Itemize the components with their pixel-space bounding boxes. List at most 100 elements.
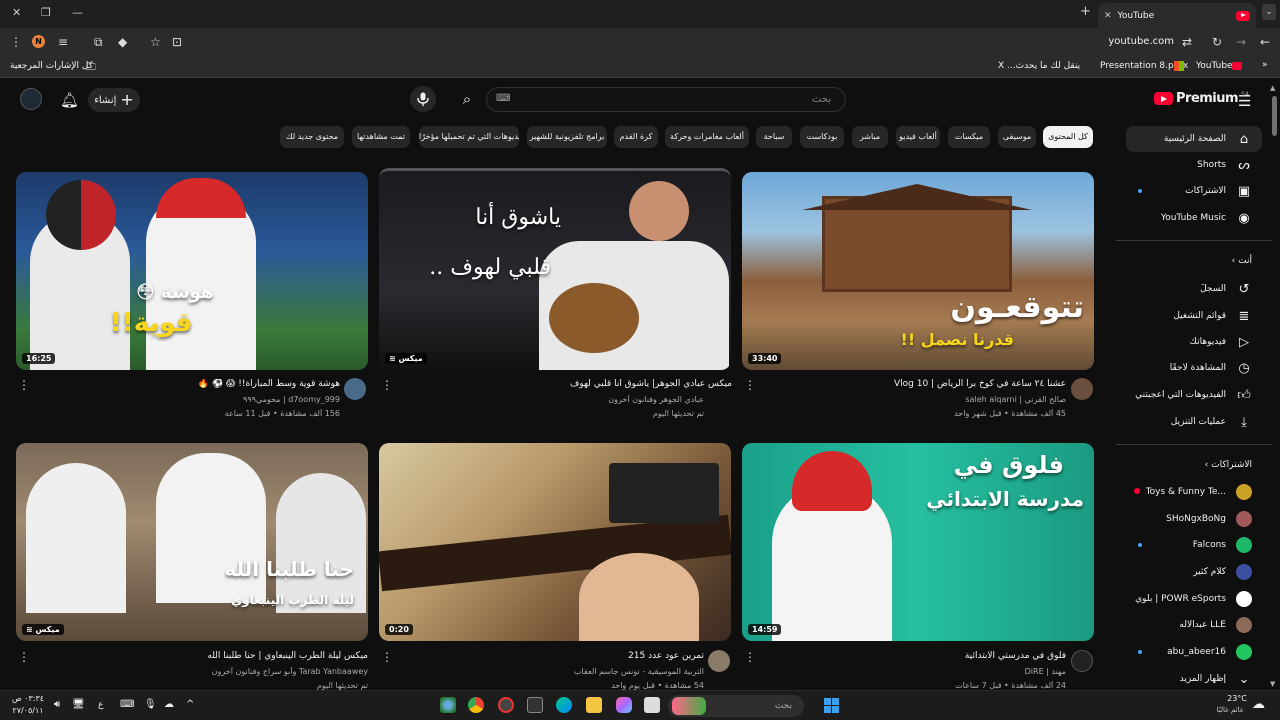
video-thumbnail[interactable]: فلوق في مدرسة الابتدائي 14:59 <box>742 443 1094 641</box>
video-title[interactable]: تمرين عود عدد 215 <box>398 651 704 661</box>
scroll-up-icon[interactable]: ▲ <box>1270 84 1275 92</box>
channel-name[interactable]: Tarab Yanbaawey وأبو سراج وفنانون آخرون <box>34 667 368 676</box>
video-title[interactable]: فلوق في مدرستي الابتدائية <box>760 651 1066 661</box>
chip[interactable]: موسيقى <box>998 126 1036 148</box>
you-section-heading[interactable]: أنت › <box>1232 256 1252 266</box>
forward-icon[interactable]: → <box>1236 36 1246 48</box>
page-scrollbar[interactable] <box>1272 96 1277 136</box>
sidebar-item-downloads[interactable]: عمليات التنزيل ⤓ <box>1126 409 1262 435</box>
network-icon[interactable]: 🖥︎ <box>72 699 85 710</box>
clock-time[interactable]: ٠٣:٣٤ ص <box>10 694 46 703</box>
weather-cloud-icon[interactable]: ☁ <box>1252 697 1265 712</box>
chip[interactable]: ألعاب مغامرات وحركة <box>665 126 749 148</box>
restore-window-icon[interactable]: ❐ <box>41 6 51 19</box>
video-title[interactable]: عشنا ٢٤ ساعة في كوخ برا الرياض | Vlog 10 <box>760 379 1066 389</box>
video-thumbnail[interactable]: 0:20 <box>379 443 731 641</box>
video-thumbnail[interactable]: حنا طلبنا الله ليلة الطرب الينبعاوي ≋ مي… <box>16 443 368 641</box>
reload-icon[interactable]: ↻ <box>1212 36 1222 48</box>
tab-youtube[interactable]: ✕ YouTube <box>1098 3 1256 28</box>
video-title[interactable]: هوشة قوية وسط المباراة!! 😱 ⚽ 🔥 <box>34 379 340 389</box>
windows-start-icon[interactable] <box>824 698 839 713</box>
sidebar-item-subscription[interactable]: SHoNgxBoNg <box>1126 506 1262 532</box>
sidebar-item-liked[interactable]: الفيديوهات التي أعجبتني 👍︎ <box>1126 382 1262 408</box>
edge-icon[interactable] <box>556 697 572 713</box>
channel-name[interactable]: صالح القرني | saleh alqarni <box>760 395 1066 404</box>
onedrive-icon[interactable]: ☁ <box>164 699 174 710</box>
sidebar-item-subscription[interactable]: كلام كثير <box>1126 559 1262 585</box>
channel-avatar[interactable] <box>1071 378 1093 400</box>
channel-name[interactable]: التربية الموسيقية - تونس جاسم العقاب <box>398 667 704 676</box>
taskbar-app-icon[interactable] <box>498 697 514 713</box>
search-input[interactable]: بحث <box>486 87 846 112</box>
channel-name[interactable]: مهند | DiRE <box>760 667 1066 676</box>
playlist-add-icon[interactable]: ≡ <box>58 36 68 48</box>
sidebar-item-subscription[interactable]: Falcons <box>1126 532 1262 558</box>
bookmark-star-icon[interactable]: ☆ <box>150 36 161 48</box>
sidebar-item-subscriptions[interactable]: الاشتراكات ▣ <box>1126 178 1262 204</box>
youtube-premium-logo[interactable]: Premium SA <box>1154 91 1249 106</box>
bookmark-youtube[interactable]: YouTube <box>1196 61 1233 71</box>
channel-avatar[interactable] <box>344 378 366 400</box>
more-actions-icon[interactable]: ⋮ <box>744 378 756 392</box>
menu-dots-icon[interactable]: ⋮ <box>10 36 22 48</box>
install-app-icon[interactable]: ⊡ <box>172 36 182 48</box>
tab-close-icon[interactable]: ✕ <box>1104 11 1112 21</box>
voice-search-icon[interactable] <box>410 86 436 112</box>
chip[interactable]: الفيديوهات التي تم تحميلها مؤخرًا <box>419 126 519 148</box>
extensions-icon[interactable]: ⧉ <box>94 36 103 48</box>
channel-avatar[interactable] <box>1071 650 1093 672</box>
scroll-down-icon[interactable]: ▼ <box>1270 680 1275 688</box>
account-avatar[interactable] <box>20 88 42 110</box>
back-icon[interactable]: ← <box>1260 36 1270 48</box>
channel-name[interactable]: d7oomy_999 | محومي٩٩٩ <box>34 395 340 404</box>
new-tab-icon[interactable]: + <box>1080 4 1091 19</box>
chip[interactable]: سباحة <box>756 126 792 148</box>
chip[interactable]: كرة القدم <box>614 126 658 148</box>
url-text[interactable]: youtube.com <box>1100 36 1174 47</box>
chip[interactable]: ميكسات <box>948 126 990 148</box>
more-actions-icon[interactable]: ⋮ <box>381 650 393 664</box>
video-thumbnail[interactable]: تتوقعـون قدرنا نصمل !! 33:40 <box>742 172 1094 370</box>
microphone-icon[interactable]: 🎙︎ <box>144 699 157 710</box>
chip[interactable]: تمت مشاهدتها <box>352 126 410 148</box>
sidebar-item-subscription[interactable]: Toys & Funny Te... <box>1126 479 1262 505</box>
chip[interactable]: بودكاست <box>800 126 844 148</box>
more-bookmarks-icon[interactable]: » <box>1262 60 1268 70</box>
weather-temp[interactable]: 23°C <box>1224 694 1250 703</box>
sidebar-item-playlists[interactable]: قوائم التشغيل ≣ <box>1126 303 1262 329</box>
video-thumbnail[interactable]: ياشوق أنا قلبي لهوف .. ≋ ميكس <box>379 168 731 370</box>
input-language[interactable]: ع <box>98 700 103 710</box>
show-more-button[interactable]: إظهار المزيد ⌄ <box>1126 666 1262 692</box>
clock-date[interactable]: ٢٧/٠٥/١١ <box>10 706 46 715</box>
sidebar-item-music[interactable]: YouTube Music ◉ <box>1126 205 1262 231</box>
more-actions-icon[interactable]: ⋮ <box>381 378 393 392</box>
speaker-icon[interactable]: 🔊︎ <box>54 699 60 710</box>
subscriptions-section-heading[interactable]: الاشتراكات › <box>1205 460 1252 470</box>
sidebar-item-subscription[interactable]: بلوي | POWR eSports <box>1126 586 1262 612</box>
keyboard-icon[interactable]: ⌨ <box>496 93 510 104</box>
more-actions-icon[interactable]: ⋮ <box>18 378 30 392</box>
chrome-icon[interactable] <box>468 697 484 713</box>
profile-avatar[interactable]: N <box>32 35 45 48</box>
task-view-icon[interactable] <box>644 697 660 713</box>
tab-search-icon[interactable]: ⌄ <box>1262 4 1276 20</box>
bookmark-x[interactable]: ينقل لك ما يحدث... X <box>998 61 1080 71</box>
close-window-icon[interactable]: ✕ <box>12 6 21 19</box>
store-icon[interactable] <box>527 697 543 713</box>
sidebar-item-home[interactable]: الصفحة الرئيسية ⌂ <box>1126 126 1262 152</box>
create-button[interactable]: + إنشاء <box>88 88 140 112</box>
channel-avatar[interactable] <box>708 650 730 672</box>
video-title[interactable]: ميكس عبادي الجوهر| ياشوق أنا قلبي لهوف <box>398 379 732 389</box>
file-explorer-icon[interactable] <box>586 697 602 713</box>
tray-overflow-icon[interactable]: ^ <box>186 699 194 710</box>
more-actions-icon[interactable]: ⋮ <box>744 650 756 664</box>
sidebar-item-history[interactable]: السجلّ ↺ <box>1126 276 1262 302</box>
taskbar-globe-icon[interactable] <box>440 697 456 713</box>
notifications-bell-icon[interactable]: 🔔︎ <box>60 91 79 109</box>
minimize-window-icon[interactable]: — <box>72 6 83 19</box>
site-settings-icon[interactable]: ⇄ <box>1182 36 1192 48</box>
channel-name[interactable]: عبادي الجوهر وفنانون آخرون <box>398 395 704 404</box>
chip[interactable]: كل المحتوى <box>1043 126 1093 148</box>
chip[interactable]: برامج تلفزيونية للشهير <box>527 126 607 148</box>
search-icon[interactable]: ⌕ <box>452 86 482 112</box>
